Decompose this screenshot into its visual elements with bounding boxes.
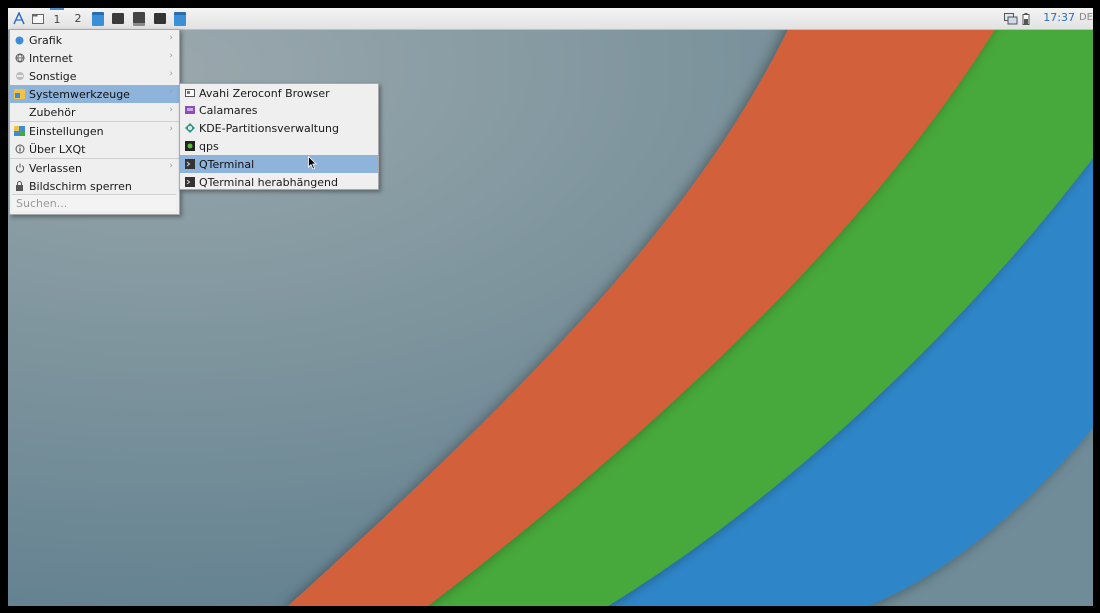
chevron-right-icon: › [169,105,173,115]
taskbar-window-2[interactable] [153,10,167,27]
terminal-icon [112,13,124,24]
lock-icon [14,181,25,192]
menu-item-label: Zubehör [29,105,76,119]
menu-item-systemwerkzeuge[interactable]: Systemwerkzeuge › [10,85,179,103]
taskbar-window-3[interactable] [173,10,187,27]
menu-item-verlassen[interactable]: Verlassen › [10,159,179,177]
qps-icon [184,141,195,152]
submenu-item-label: QTerminal herabhängend [199,175,339,189]
desktop: 1 2 17:37 DE Grafik › Internet › Sonstig… [8,8,1093,606]
submenu-item-label: Avahi Zeroconf Browser [199,86,330,100]
menu-item-label: Grafik [29,33,63,47]
show-desktop-icon [32,14,44,24]
graphics-icon [14,35,25,46]
battery-tray[interactable] [1021,10,1031,27]
submenu-item-avahi[interactable]: Avahi Zeroconf Browser [180,84,378,102]
submenu-item-calamares[interactable]: Calamares [180,101,378,119]
lxqt-logo-icon [13,12,25,25]
menu-item-ueber-lxqt[interactable]: Über LXQt [10,140,179,158]
chevron-right-icon: › [169,51,173,61]
systemwerkzeuge-submenu: Avahi Zeroconf Browser Calamares KDE-Par… [179,83,379,190]
menu-item-label: Einstellungen [29,124,104,138]
avahi-icon [184,88,195,99]
lxqt-menu-button[interactable] [12,10,26,27]
network-tray[interactable] [1004,10,1018,27]
clock[interactable]: 17:37 [1043,11,1075,24]
internet-globe-icon [14,53,25,64]
screenshot: 1 2 17:37 DE Grafik › Internet › Sonstig… [0,0,1100,613]
window-icon [133,11,145,26]
menu-item-label: Sonstige [29,69,77,83]
launcher-terminal[interactable] [111,10,125,27]
submenu-item-label: qps [199,139,219,153]
submenu-item-qterminal[interactable]: QTerminal [180,155,378,173]
menu-item-zubehoer[interactable]: Zubehör › [10,103,179,121]
desktop-1-button[interactable]: 1 [50,8,64,29]
desktop-2-label: 2 [74,12,82,25]
menu-item-label: Internet [29,51,73,65]
chevron-right-icon: › [169,33,173,43]
chevron-right-icon: › [169,69,173,79]
chevron-right-icon: › [169,87,173,97]
launcher-file-manager[interactable] [91,10,105,27]
menu-item-sonstige[interactable]: Sonstige › [10,67,179,85]
submenu-item-label: KDE-Partitionsverwaltung [199,121,340,135]
menu-search-input[interactable]: Suchen... [12,194,176,211]
terminal-dropdown-icon [184,177,195,188]
menu-item-grafik[interactable]: Grafik › [10,31,179,49]
submenu-item-kde-partition[interactable]: KDE-Partitionsverwaltung [180,119,378,137]
terminal-window-icon [154,13,166,24]
partition-manager-icon [184,123,195,134]
settings-icon [14,126,25,137]
system-tools-icon [14,89,25,100]
application-menu: Grafik › Internet › Sonstige › Systemwer… [9,29,180,215]
menu-item-bildschirm-sperren[interactable]: Bildschirm sperren [10,177,179,195]
battery-icon [1022,12,1030,25]
power-icon [14,163,25,174]
submenu-item-qterminal-dropdown[interactable]: QTerminal herabhängend [180,173,378,191]
info-icon [14,144,25,155]
chevron-right-icon: › [169,124,173,134]
top-panel: 1 2 17:37 DE [8,8,1093,30]
taskbar-window-1[interactable] [132,10,146,27]
calamares-icon [184,105,195,116]
folder-window-icon [174,11,186,26]
menu-item-label: Verlassen [29,161,82,175]
other-apps-icon [14,71,25,82]
menu-item-einstellungen[interactable]: Einstellungen › [10,122,179,140]
menu-item-label: Systemwerkzeuge [29,87,130,101]
desktop-1-label: 1 [53,13,61,26]
show-desktop-button[interactable] [31,10,45,27]
mouse-cursor-icon [308,156,317,170]
menu-item-label: Über LXQt [29,142,86,156]
chevron-right-icon: › [169,161,173,171]
menu-item-label: Bildschirm sperren [29,179,132,193]
terminal-icon [184,159,195,170]
network-icon [1004,12,1018,24]
submenu-item-label: QTerminal [199,157,255,171]
submenu-item-label: Calamares [199,103,258,117]
menu-item-internet[interactable]: Internet › [10,49,179,67]
folder-icon [92,11,104,26]
keyboard-layout-indicator[interactable]: DE [1079,12,1093,23]
desktop-2-button[interactable]: 2 [71,10,85,27]
submenu-item-qps[interactable]: qps [180,137,378,155]
